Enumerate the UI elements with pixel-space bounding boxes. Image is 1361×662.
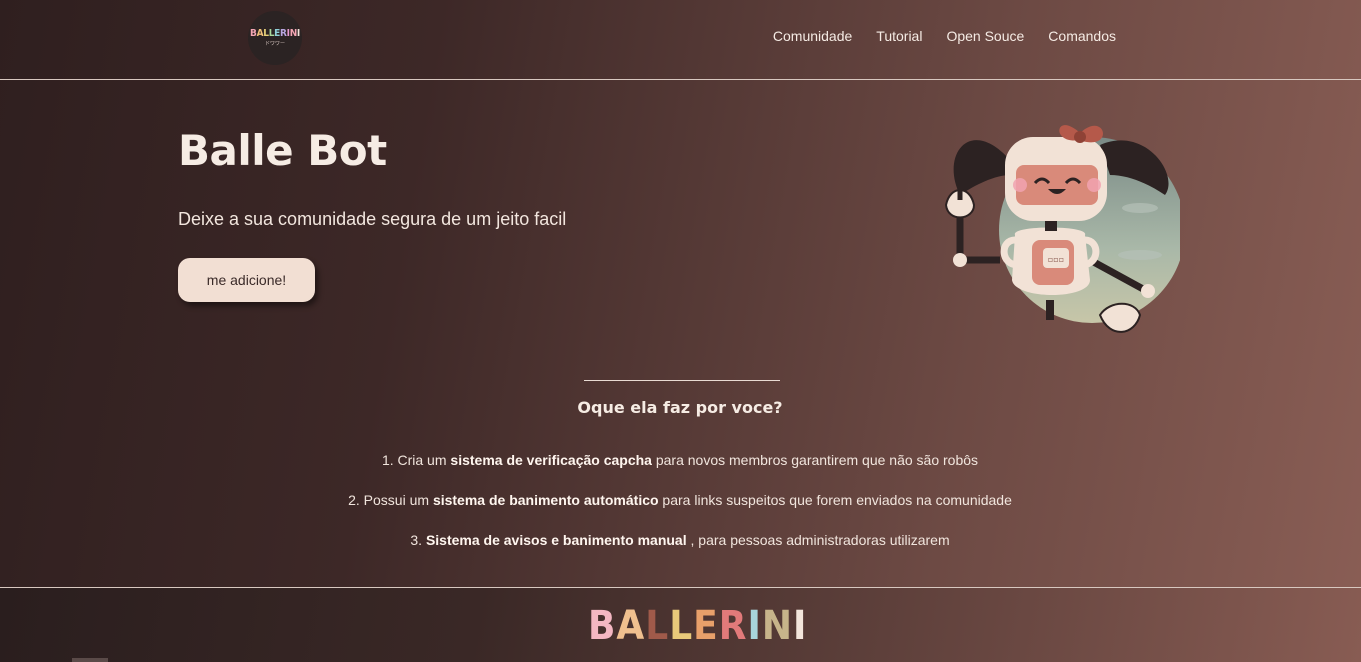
nav-open-source[interactable]: Open Souce: [946, 28, 1024, 44]
hero-subtitle: Deixe a sua comunidade segura de um jeit…: [178, 209, 567, 229]
scrollbar[interactable]: [72, 658, 108, 662]
main-nav: Comunidade Tutorial Open Souce Comandos: [773, 28, 1116, 44]
section-divider: [584, 380, 780, 381]
robot-mascot-illustration: ▫▫▫: [944, 125, 1180, 333]
nav-comunidade[interactable]: Comunidade: [773, 28, 852, 44]
feature-item-3: 3. Sistema de avisos e banimento manual …: [410, 532, 950, 548]
nav-tutorial[interactable]: Tutorial: [876, 28, 922, 44]
feature-item-2: 2. Possui um sistema de banimento automá…: [348, 492, 1012, 508]
logo-subtext: ドワワー: [264, 41, 285, 47]
footer-logo: BALLERINI: [588, 603, 808, 649]
svg-text:▫▫▫: ▫▫▫: [1048, 255, 1064, 264]
add-bot-button[interactable]: me adicione!: [178, 258, 315, 302]
nav-comandos[interactable]: Comandos: [1048, 28, 1116, 44]
site-header: BALLERINI ドワワー Comunidade Tutorial Open …: [0, 0, 1361, 80]
hero-title: Balle Bot: [178, 126, 387, 175]
logo-text: BALLERINI: [250, 28, 300, 39]
ballerini-logo-icon[interactable]: BALLERINI ドワワー: [248, 11, 302, 65]
feature-item-1: 1. Cria um sistema de verificação capcha…: [381, 452, 979, 468]
features-title: Oque ela faz por voce?: [577, 398, 783, 417]
